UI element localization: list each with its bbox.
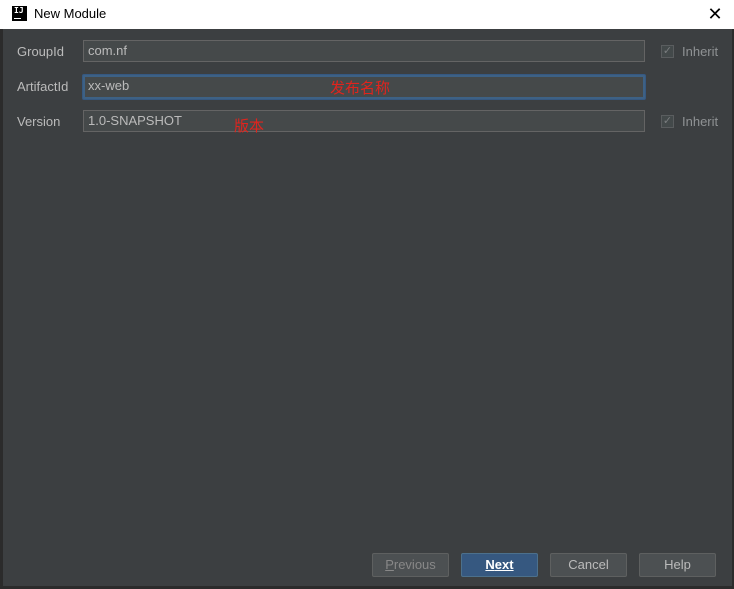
next-button[interactable]: Next: [461, 553, 538, 577]
close-button[interactable]: ✕: [704, 3, 726, 25]
artifact-id-annotation: 发布名称: [330, 80, 391, 97]
group-id-inherit-label: Inherit: [682, 44, 719, 59]
previous-button[interactable]: Previous: [372, 553, 449, 577]
next-mnemonic: N: [485, 557, 495, 572]
group-id-label: GroupId: [17, 44, 64, 59]
next-label: ext: [494, 557, 514, 572]
artifact-id-label: ArtifactId: [17, 79, 69, 94]
window-title: New Module: [34, 6, 107, 21]
version-field[interactable]: 1.0-SNAPSHOT: [83, 110, 645, 132]
intellij-logo-icon: IJ: [12, 6, 27, 21]
new-module-dialog: GroupId com.nf ✓ Inherit ArtifactId xx-w…: [3, 29, 732, 586]
version-label: Version: [17, 114, 61, 129]
checkbox-checked-icon: ✓: [661, 115, 674, 128]
help-button[interactable]: Help: [639, 553, 716, 577]
version-inherit-label: Inherit: [682, 114, 719, 129]
close-icon: ✕: [707, 4, 723, 24]
previous-mnemonic: P: [385, 557, 394, 572]
version-annotation: 版本: [234, 118, 265, 135]
cancel-button[interactable]: Cancel: [550, 553, 627, 577]
previous-label: revious: [393, 557, 436, 572]
checkbox-checked-icon: ✓: [661, 45, 674, 58]
group-id-field[interactable]: com.nf: [83, 40, 645, 62]
title-bar: IJ New Module ✕: [0, 0, 734, 29]
